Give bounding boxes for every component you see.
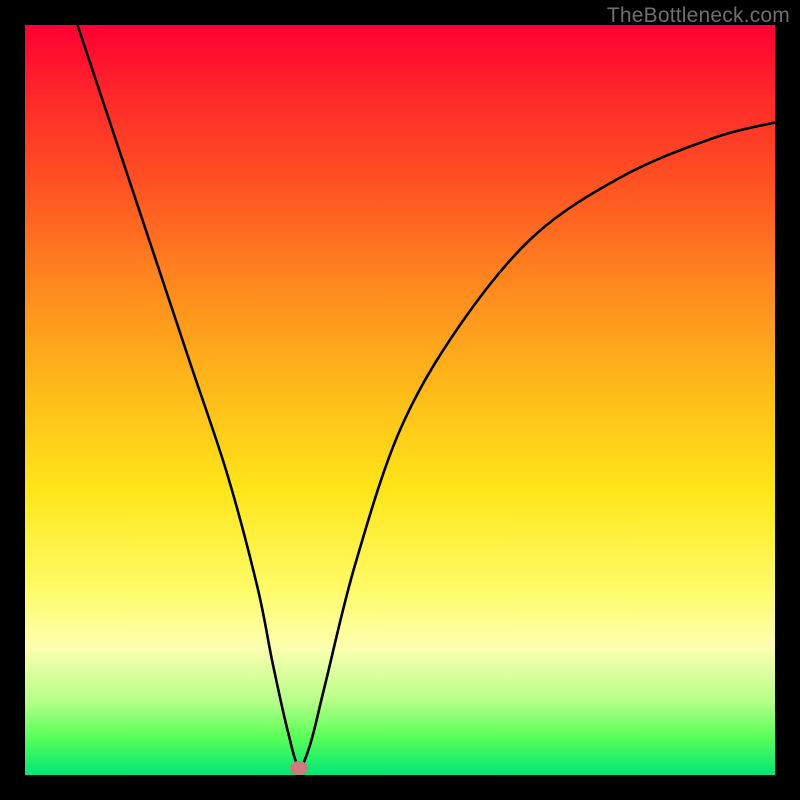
bottleneck-curve-path xyxy=(78,25,776,766)
chart-svg xyxy=(25,25,775,775)
watermark-text: TheBottleneck.com xyxy=(607,4,790,28)
chart-plot-area xyxy=(25,25,775,775)
minimum-marker-dot xyxy=(290,761,308,775)
